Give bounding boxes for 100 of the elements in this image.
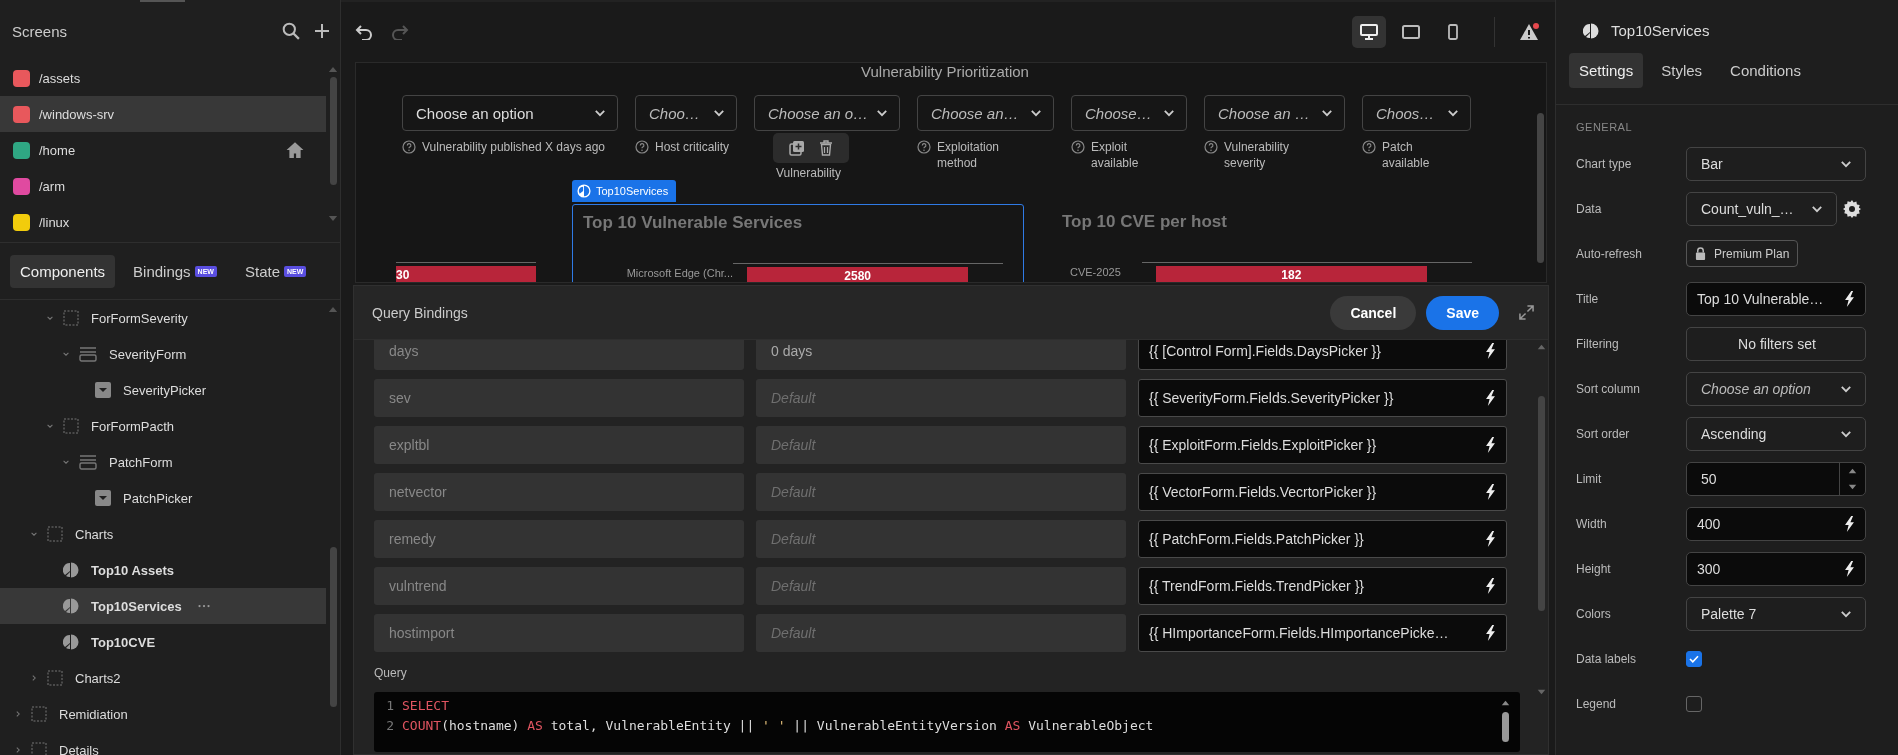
bolt-icon[interactable] xyxy=(1485,578,1496,594)
binding-field[interactable]: {{ HImportanceForm.Fields.HImportancePicke… xyxy=(1138,614,1507,652)
input-field[interactable]: expltbl xyxy=(374,426,744,464)
binding-field[interactable]: {{ PatchForm.Fields.PatchPicker }} xyxy=(1138,520,1507,558)
dropdown[interactable]: Choose an … xyxy=(1204,95,1345,131)
chevron-icon[interactable] xyxy=(62,350,70,358)
tree-item[interactable]: Remidiation xyxy=(0,696,326,732)
tree-item[interactable]: Top10 Assets xyxy=(0,552,326,588)
tree-item[interactable]: PatchForm xyxy=(0,444,326,480)
bolt-icon[interactable] xyxy=(1485,343,1496,359)
dropdown[interactable]: Choose an… xyxy=(917,95,1054,131)
chevron-icon[interactable] xyxy=(30,674,38,682)
tree-item[interactable]: Charts2 xyxy=(0,660,326,696)
tree-item[interactable]: Top10CVE xyxy=(0,624,326,660)
panel-tab[interactable]: Components xyxy=(10,254,116,288)
input-field[interactable]: 400 xyxy=(1686,506,1866,541)
input-field[interactable]: Top 10 Vulnerable… xyxy=(1686,281,1866,316)
properties-tab[interactable]: Settings xyxy=(1569,53,1644,88)
tree-item[interactable]: PatchPicker xyxy=(0,480,326,516)
bolt-icon[interactable] xyxy=(1485,531,1496,547)
binding-field[interactable]: {{ [Control Form].Fields.DaysPicker }} xyxy=(1138,340,1507,370)
screen-item[interactable]: /windows-srv xyxy=(0,96,326,132)
duplicate-icon[interactable] xyxy=(789,140,805,156)
input-field[interactable]: hostimport xyxy=(374,614,744,652)
chevron-icon[interactable] xyxy=(62,458,70,466)
tree-item[interactable]: Top10Services xyxy=(0,588,326,624)
checkbox[interactable] xyxy=(1686,650,1702,667)
tree-item[interactable]: ForFormSeverity xyxy=(0,300,326,336)
screen-item[interactable]: /home xyxy=(0,132,326,168)
input-field[interactable]: vulntrend xyxy=(374,567,744,605)
bolt-icon[interactable] xyxy=(1485,625,1496,641)
properties-tab[interactable]: Styles xyxy=(1651,53,1713,88)
input-field[interactable]: 300 xyxy=(1686,551,1866,586)
cancel-button[interactable]: Cancel xyxy=(1330,295,1417,330)
screen-item[interactable]: /assets xyxy=(0,60,326,96)
scrollbar-thumb[interactable] xyxy=(1501,712,1509,742)
scroll-up-icon[interactable] xyxy=(1500,700,1510,706)
section-label: Query xyxy=(374,666,408,680)
dropdown[interactable]: Choo… xyxy=(635,95,737,131)
input-field[interactable]: remedy xyxy=(374,520,744,558)
desktop-view-button[interactable] xyxy=(1352,16,1386,48)
bolt-icon[interactable] xyxy=(1485,437,1496,453)
scrollbar-thumb[interactable] xyxy=(329,77,337,185)
add-icon[interactable] xyxy=(314,23,330,39)
tree-item[interactable]: Details xyxy=(0,732,326,755)
screen-item[interactable]: /linux xyxy=(0,204,326,240)
dropdown[interactable]: Choose an option xyxy=(1686,371,1866,406)
dropdown[interactable]: Bar xyxy=(1686,146,1866,181)
scroll-up-icon[interactable] xyxy=(1536,344,1546,350)
binding-field[interactable]: {{ ExploitForm.Fields.ExploitPicker }} xyxy=(1138,426,1507,464)
input-field[interactable]: netvector xyxy=(374,473,744,511)
dropdown[interactable]: Palette 7 xyxy=(1686,596,1866,631)
input-field[interactable]: sev xyxy=(374,379,744,417)
dropdown[interactable]: Ascending xyxy=(1686,416,1866,451)
scrollbar-thumb[interactable] xyxy=(1536,113,1544,263)
binding-field[interactable]: {{ VectorForm.Fields.VecrtorPicker }} xyxy=(1138,473,1507,511)
search-icon[interactable] xyxy=(282,22,300,40)
dropdown[interactable]: Choose… xyxy=(1071,95,1187,131)
tree-item[interactable]: ForFormPacth xyxy=(0,408,326,444)
number-field[interactable]: 50 xyxy=(1686,461,1866,496)
binding-field[interactable]: {{ TrendForm.Fields.TrendPicker }} xyxy=(1138,567,1507,605)
bolt-icon[interactable] xyxy=(1844,290,1855,307)
input-field[interactable]: 0 days xyxy=(756,340,1126,370)
expand-icon[interactable] xyxy=(1519,305,1534,320)
delete-icon[interactable] xyxy=(819,140,833,156)
chevron-icon[interactable] xyxy=(46,422,54,430)
code-editor[interactable]: 1 SELECT 2 COUNT(hostname) AS total, VulnerableEntity || ' ' || VulnerableEntityVersion AS VulnerableObject xyxy=(374,692,1520,752)
undo-icon[interactable] xyxy=(355,24,373,40)
checkbox[interactable] xyxy=(1686,695,1702,712)
filter-button[interactable]: No filters set xyxy=(1686,326,1866,361)
tree-item[interactable]: SeverityPicker xyxy=(0,372,326,408)
field-label: Height xyxy=(1576,561,1612,576)
properties-tab[interactable]: Conditions xyxy=(1720,53,1811,88)
save-button[interactable]: Save xyxy=(1426,295,1499,330)
bolt-icon[interactable] xyxy=(1844,515,1855,532)
axis-label: CVE-2025 xyxy=(1069,265,1122,278)
binding-field[interactable]: {{ SeverityForm.Fields.SeverityPicker }} xyxy=(1138,379,1507,417)
bolt-icon[interactable] xyxy=(1485,390,1496,406)
dropdown[interactable]: Count_vuln_… xyxy=(1686,191,1837,226)
warning-icon[interactable] xyxy=(1519,23,1539,41)
settings-icon[interactable] xyxy=(1843,199,1861,218)
chevron-icon[interactable] xyxy=(14,746,22,754)
scrollbar-thumb[interactable] xyxy=(1537,396,1545,611)
scroll-down-icon[interactable] xyxy=(1536,689,1546,695)
input-field[interactable]: days xyxy=(374,340,744,370)
more-icon[interactable] xyxy=(197,604,210,608)
dropdown[interactable]: Choos… xyxy=(1362,95,1471,131)
screen-item[interactable]: /arm xyxy=(0,168,326,204)
dropdown[interactable]: Choose an option xyxy=(402,95,618,131)
chevron-icon[interactable] xyxy=(46,314,54,322)
bolt-icon[interactable] xyxy=(1844,560,1855,577)
dropdown[interactable]: Choose an o… xyxy=(754,95,900,131)
tree-item[interactable]: SeverityForm xyxy=(0,336,326,372)
tree-item[interactable]: Charts xyxy=(0,516,326,552)
chevron-icon[interactable] xyxy=(30,530,38,538)
premium-plan-button[interactable]: Premium Plan xyxy=(1686,240,1799,267)
scrollbar-thumb[interactable] xyxy=(329,547,337,707)
chevron-icon[interactable] xyxy=(14,710,22,718)
bolt-icon[interactable] xyxy=(1485,484,1496,500)
dotted-square-icon xyxy=(47,670,63,686)
